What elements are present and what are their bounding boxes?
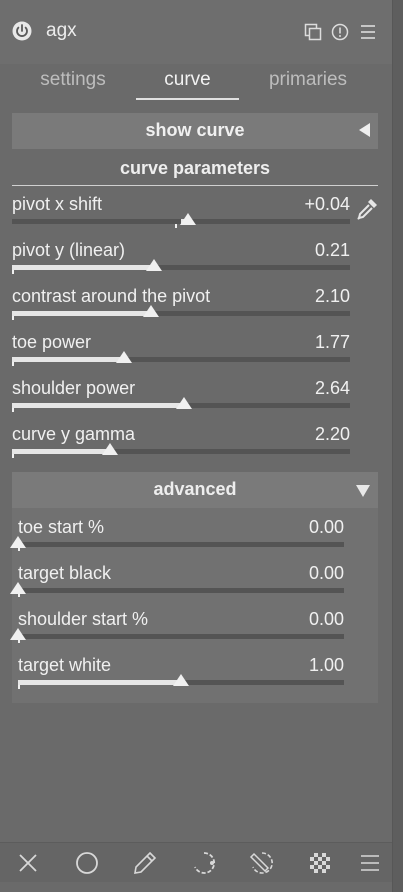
slider-label: contrast around the pivot (12, 286, 211, 306)
slider-origin-tick (12, 270, 14, 274)
tab-curve[interactable]: curve (136, 66, 239, 100)
slider-pivot-y-linear[interactable]: pivot y (linear) 0.21 (12, 240, 350, 282)
slider-label: toe power (12, 332, 92, 352)
power-icon[interactable] (12, 21, 32, 41)
slider-origin-tick (175, 224, 177, 228)
slider-origin-tick (18, 685, 20, 689)
slider-label: shoulder start % (18, 609, 149, 629)
slider-track[interactable] (12, 265, 350, 270)
drawn-mask-icon[interactable] (131, 849, 159, 877)
slider-value: 0.00 (308, 517, 344, 537)
slider-track[interactable] (12, 449, 350, 454)
slider-thumb[interactable] (10, 536, 26, 548)
slider-value: 2.10 (314, 286, 350, 306)
slider-value: 0.00 (308, 609, 344, 629)
slider-shoulder-start[interactable]: shoulder start % 0.00 (10, 609, 344, 651)
advanced-toggle[interactable]: advanced (12, 472, 378, 508)
slider-origin-tick (12, 316, 14, 320)
slider-thumb[interactable] (10, 582, 26, 594)
slider-label: curve y gamma (12, 424, 136, 444)
slider-value: 2.20 (314, 424, 350, 444)
slider-fill (12, 403, 184, 408)
slider-toe-start[interactable]: toe start % 0.00 (10, 517, 344, 559)
slider-label: target black (18, 563, 112, 583)
show-curve-toggle[interactable]: show curve (12, 113, 378, 149)
collapse-left-triangle-icon (359, 123, 370, 137)
slider-value: 1.77 (314, 332, 350, 352)
slider-thumb[interactable] (102, 443, 118, 455)
blend-toolbar (0, 842, 392, 882)
slider-thumb[interactable] (143, 305, 159, 317)
slider-track[interactable] (12, 311, 350, 316)
tab-primaries[interactable]: primaries (248, 66, 368, 100)
panel-scrollbar[interactable] (392, 0, 403, 892)
presets-menu-icon[interactable] (359, 23, 377, 41)
parametric-mask-icon[interactable] (190, 849, 218, 877)
blend-menu-icon[interactable] (356, 849, 384, 877)
slider-shoulder-power[interactable]: shoulder power 2.64 (12, 378, 350, 420)
slider-pivot-x-shift[interactable]: pivot x shift +0.04 (12, 194, 350, 236)
slider-fill (12, 357, 124, 362)
slider-target-black[interactable]: target black 0.00 (10, 563, 344, 605)
module-tabs: settings curve primaries (12, 66, 378, 100)
slider-label: shoulder power (12, 378, 136, 398)
slider-thumb[interactable] (146, 259, 162, 271)
slider-value: 1.00 (308, 655, 344, 675)
slider-label: target white (18, 655, 112, 675)
expand-down-triangle-icon (356, 485, 370, 497)
slider-origin-tick (12, 408, 14, 412)
module-title: agx (46, 20, 77, 41)
slider-label: pivot y (linear) (12, 240, 126, 260)
slider-value: 2.64 (314, 378, 350, 398)
slider-curve-y-gamma[interactable]: curve y gamma 2.20 (12, 424, 350, 466)
slider-contrast-around-pivot[interactable]: contrast around the pivot 2.10 (12, 286, 350, 328)
slider-thumb[interactable] (176, 397, 192, 409)
raster-mask-icon[interactable] (306, 849, 334, 877)
slider-fill (18, 680, 181, 685)
slider-fill (12, 449, 110, 454)
slider-thumb[interactable] (116, 351, 132, 363)
slider-toe-power[interactable]: toe power 1.77 (12, 332, 350, 374)
slider-label: pivot x shift (12, 194, 103, 214)
slider-label: toe start % (18, 517, 105, 537)
module-panel: agx settings curve primaries show curve … (0, 0, 392, 892)
curve-parameters-header: curve parameters (12, 158, 378, 186)
slider-thumb[interactable] (173, 674, 189, 686)
reset-icon[interactable] (331, 23, 349, 41)
show-curve-label: show curve (145, 120, 245, 140)
advanced-section: advanced toe start % 0.00 target black 0… (10, 472, 378, 703)
off-icon[interactable] (14, 849, 42, 877)
slider-track[interactable] (18, 634, 344, 639)
advanced-label: advanced (153, 479, 237, 499)
slider-origin-tick (12, 454, 14, 458)
slider-fill (12, 265, 154, 270)
tab-settings[interactable]: settings (12, 66, 134, 100)
module-header[interactable]: agx (0, 0, 392, 64)
slider-track[interactable] (12, 357, 350, 362)
slider-origin-tick (12, 362, 14, 366)
slider-track[interactable] (18, 588, 344, 593)
slider-thumb[interactable] (180, 213, 196, 225)
slider-thumb[interactable] (10, 628, 26, 640)
slider-value: 0.00 (308, 563, 344, 583)
slider-fill (12, 311, 151, 316)
drawn-parametric-mask-icon[interactable] (248, 849, 276, 877)
slider-value: 0.21 (314, 240, 350, 260)
instances-icon[interactable] (304, 23, 322, 41)
color-picker-icon[interactable] (354, 196, 380, 222)
slider-target-white[interactable]: target white 1.00 (18, 655, 344, 697)
slider-track[interactable] (18, 542, 344, 547)
uniformly-icon[interactable] (73, 849, 101, 877)
slider-value: +0.04 (304, 194, 350, 214)
